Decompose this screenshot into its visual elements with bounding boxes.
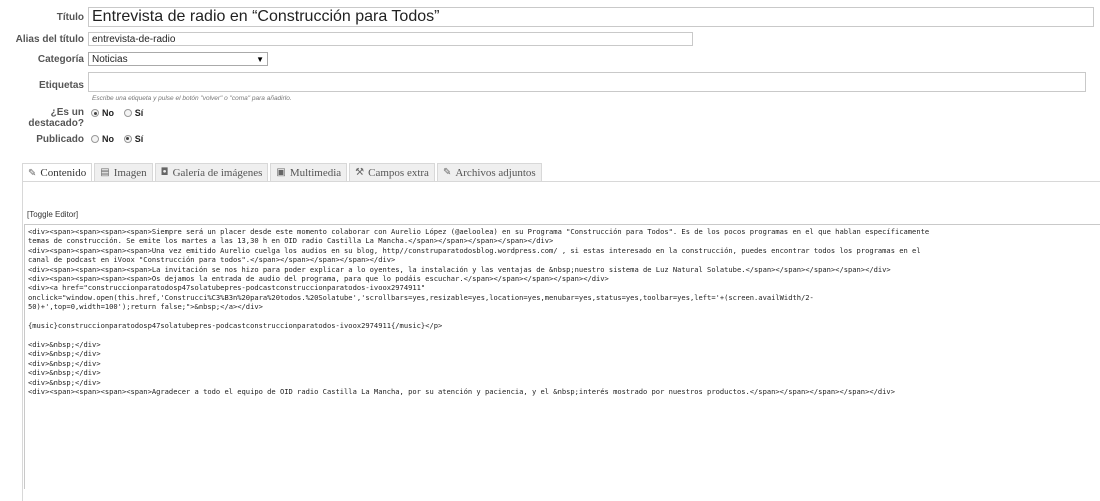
tab-imagen[interactable]: ▤ Imagen xyxy=(94,163,153,181)
published-no-label: No xyxy=(102,133,114,144)
published-label: Publicado xyxy=(36,133,84,145)
editor-line: {music}construccionparatodosp47solatubep… xyxy=(28,321,443,331)
title-input[interactable] xyxy=(88,7,1094,27)
featured-label-line2: destacado? xyxy=(28,118,84,129)
published-radio-group: No Sí xyxy=(88,134,147,145)
category-select[interactable]: Noticias ▼ xyxy=(88,52,268,66)
editor-line: <div>&nbsp;</div> xyxy=(28,358,101,368)
editor-line: temas de construcción. Se emite los mart… xyxy=(28,236,554,246)
featured-yes-label: Sí xyxy=(134,108,144,119)
paperclip-icon: ✎ xyxy=(442,167,452,178)
edit-icon: ✎ xyxy=(28,167,37,179)
alias-input[interactable] xyxy=(88,32,693,46)
featured-no-label: No xyxy=(102,108,114,119)
published-no-radio[interactable] xyxy=(91,134,99,143)
alias-label: Alias del título xyxy=(15,33,84,45)
dropdown-arrow-icon: ▼ xyxy=(256,54,264,64)
published-yes-radio[interactable] xyxy=(123,134,132,143)
editor-line: <div>&nbsp;</div> xyxy=(28,339,101,349)
published-row: Publicado No Sí xyxy=(0,133,147,145)
tab-campos-extra[interactable]: ⚒ Campos extra xyxy=(349,163,435,181)
tab-contenido[interactable]: ✎ Contenido xyxy=(22,163,93,182)
tags-label: Etiquetas xyxy=(38,80,84,91)
published-yes-label: Sí xyxy=(134,133,144,144)
camera-icon: ◘ xyxy=(160,167,169,178)
tab-multimedia[interactable]: ▣ Multimedia xyxy=(270,163,348,181)
category-row: Categoría Noticias ▼ xyxy=(0,52,268,66)
tab-label: Contenido xyxy=(40,167,87,179)
category-label: Categoría xyxy=(37,53,84,65)
featured-radio-group: No Sí xyxy=(88,107,147,119)
tab-archivos-adjuntos[interactable]: ✎ Archivos adjuntos xyxy=(436,163,542,181)
editor-line: <div>&nbsp;</div> xyxy=(28,368,101,378)
editor-line: <div>&nbsp;</div> xyxy=(28,377,101,387)
tab-label: Campos extra xyxy=(368,166,429,179)
tab-label: Galería de imágenes xyxy=(172,166,263,179)
featured-row: ¿Es un destacado? No Sí xyxy=(0,107,147,129)
editor-line: <div><span><span><span><span>Os dejamos … xyxy=(28,274,609,284)
featured-yes-radio[interactable] xyxy=(123,109,132,118)
editor-line: <div><span><span><span><span>Siempre ser… xyxy=(28,227,930,236)
category-selected-value: Noticias xyxy=(92,53,128,65)
tab-galeria[interactable]: ◘ Galería de imágenes xyxy=(154,163,269,181)
tools-icon: ⚒ xyxy=(355,167,365,178)
tab-label: Imagen xyxy=(113,166,147,179)
tags-hint: Escribe una etiqueta y pulse el botón "v… xyxy=(92,95,292,102)
tags-input[interactable] xyxy=(88,72,1086,92)
html-editor-textarea[interactable]: <div><span><span><span><span>Siempre ser… xyxy=(24,224,1100,489)
featured-no-radio[interactable] xyxy=(91,109,99,118)
featured-label-line1: ¿Es un xyxy=(50,107,84,118)
editor-code: <div><span><span><span><span>Siempre ser… xyxy=(25,225,1100,398)
featured-label: ¿Es un destacado? xyxy=(0,107,88,129)
tab-label: Archivos adjuntos xyxy=(455,166,536,179)
editor-line: 50)+',top=0,width=100');return false;">&… xyxy=(28,302,263,312)
editor-line: <div><span><span><span><span>Agradecer a… xyxy=(28,386,895,396)
tab-label: Multimedia xyxy=(289,166,342,179)
title-label: Título xyxy=(56,11,84,23)
editor-line: onclick="window.open(this.href,'Construc… xyxy=(28,292,814,302)
content-tabs: ✎ Contenido ▤ Imagen ◘ Galería de imágen… xyxy=(22,163,544,182)
title-row: Título xyxy=(0,7,1094,27)
editor-line: <div><span><span><span><span>Una vez emi… xyxy=(28,245,921,255)
editor-line: <div>&nbsp;</div> xyxy=(28,349,101,359)
editor-line: <div><a href="construccionparatodosp47so… xyxy=(28,283,426,293)
editor-line: <div><span><span><span><span>La invitaci… xyxy=(28,264,891,274)
image-icon: ▤ xyxy=(100,167,110,178)
alias-row: Alias del título xyxy=(0,32,693,46)
film-icon: ▣ xyxy=(276,167,286,178)
editor-line: canal de podcast en iVoox "Construcción … xyxy=(28,255,396,265)
tags-row: Etiquetas xyxy=(0,72,1086,92)
toggle-editor-link[interactable]: [Toggle Editor] xyxy=(27,210,78,219)
